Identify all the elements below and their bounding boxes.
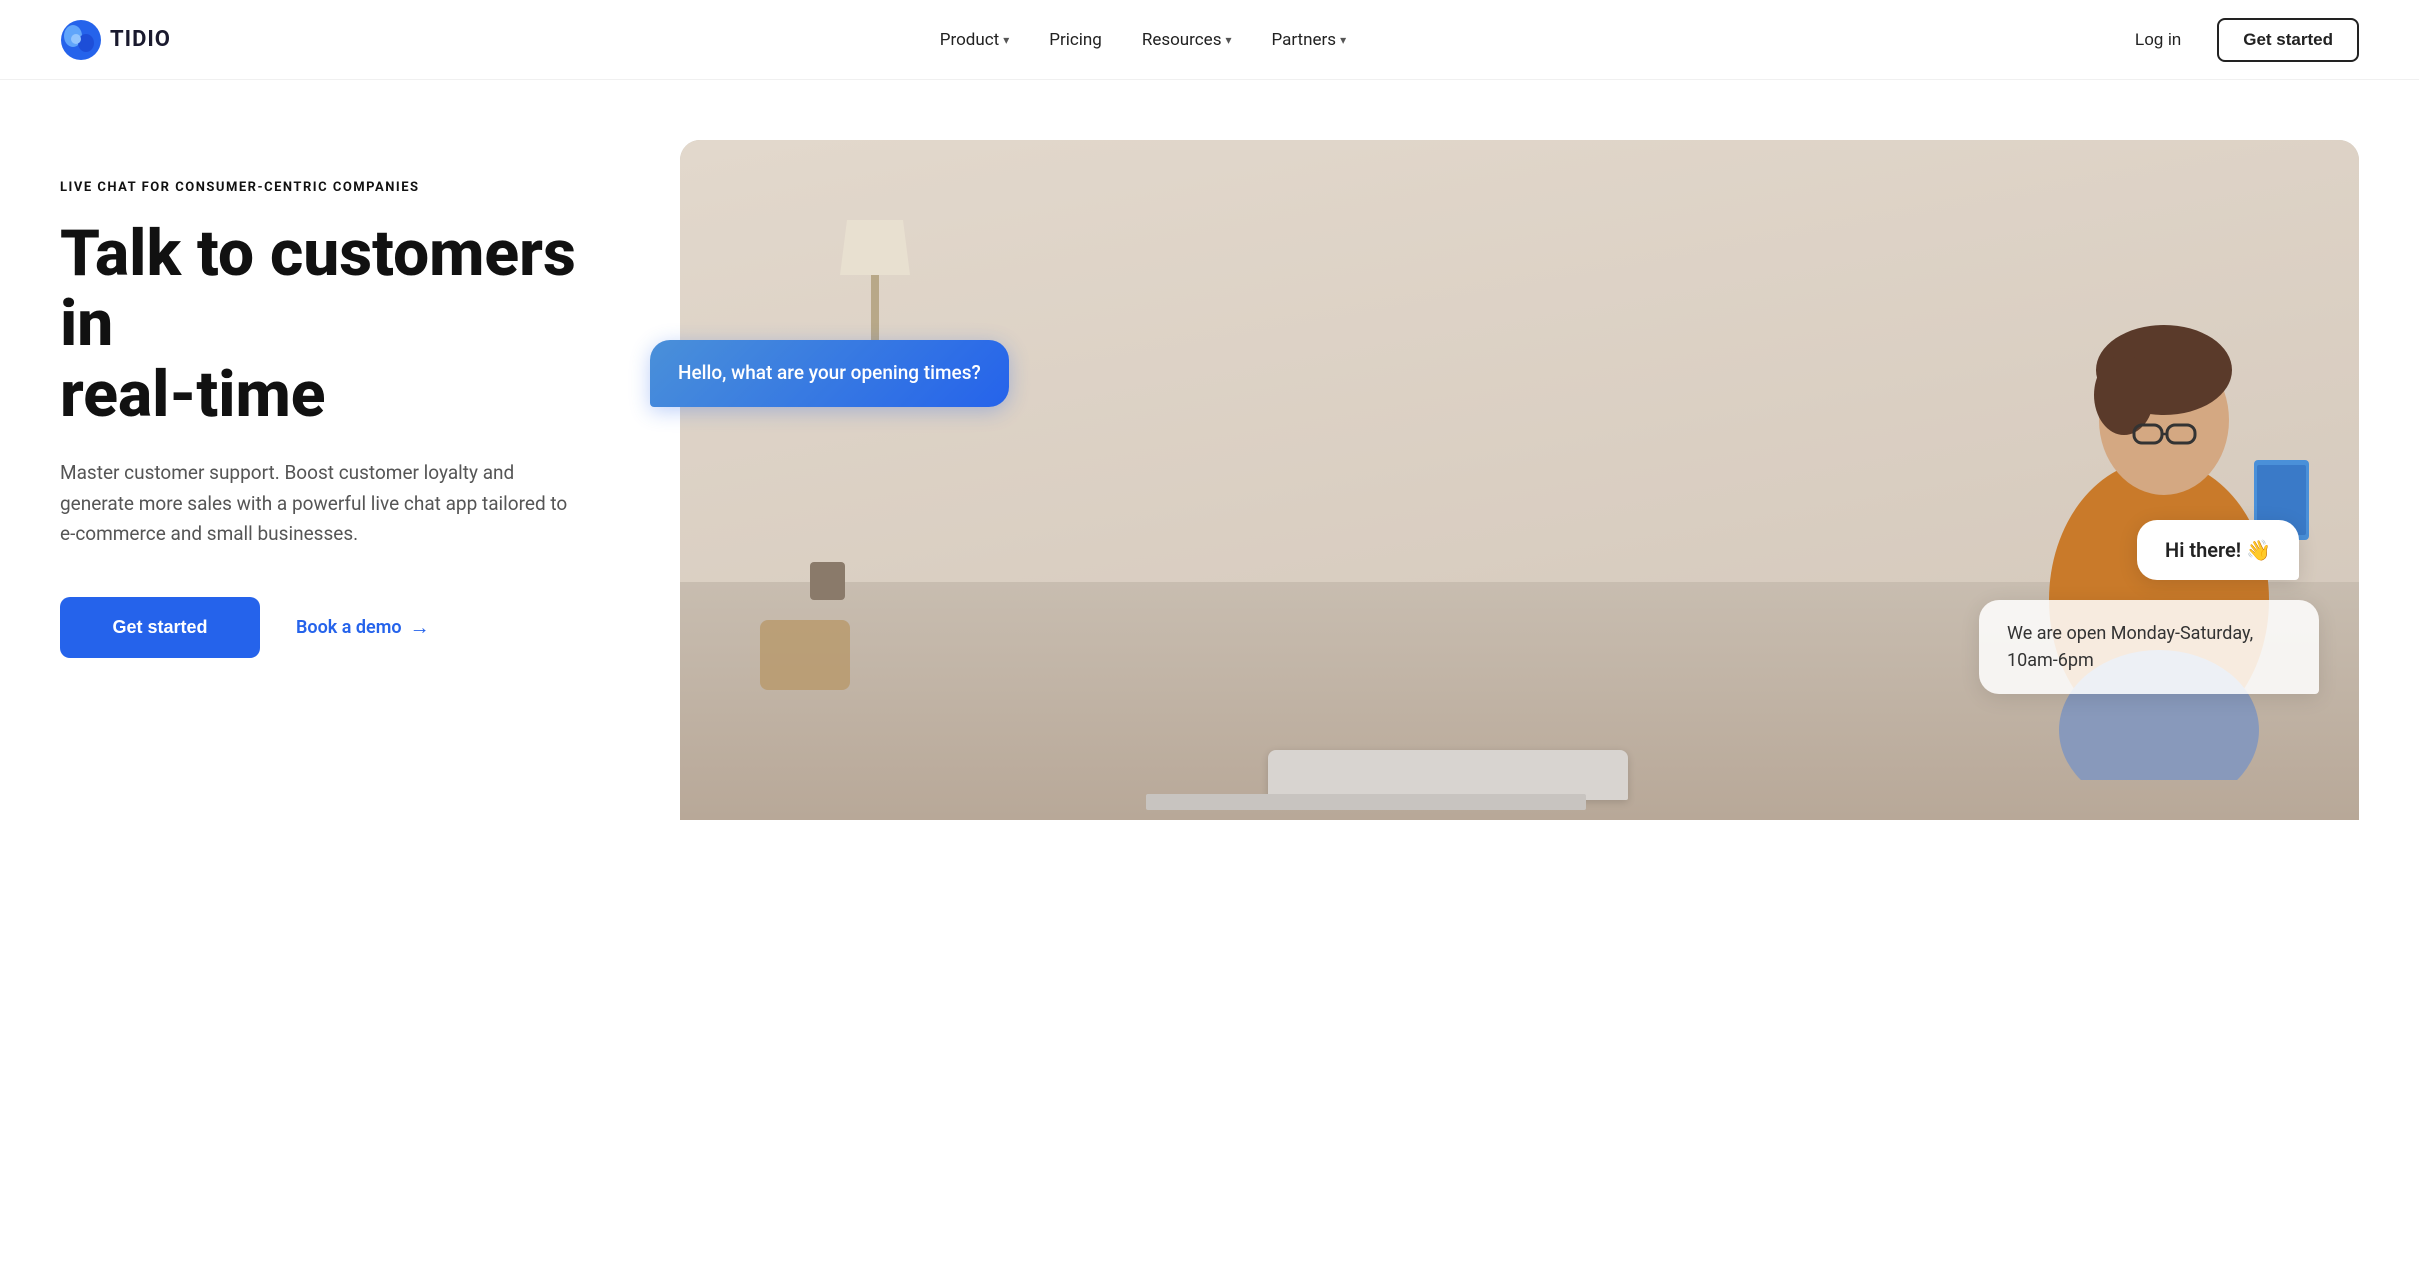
chevron-down-icon: ▾: [1340, 33, 1346, 47]
get-started-button[interactable]: Get started: [60, 597, 260, 658]
get-started-nav-button[interactable]: Get started: [2217, 18, 2359, 62]
chevron-down-icon: ▾: [1225, 33, 1231, 47]
nav-links: Product ▾ Pricing Resources ▾ Partners ▾: [924, 22, 1362, 58]
lamp: [840, 220, 910, 355]
nav-item-partners[interactable]: Partners ▾: [1256, 22, 1363, 58]
arrow-icon: →: [410, 615, 430, 640]
hero-subtitle: Master customer support. Boost customer …: [60, 458, 580, 549]
laptop-base: [1146, 794, 1586, 810]
hero-right: Hello, what are your opening times? Hi t…: [680, 140, 2359, 820]
lamp-shade: [840, 220, 910, 275]
nav-item-resources[interactable]: Resources ▾: [1126, 22, 1248, 58]
hero-section: LIVE CHAT FOR CONSUMER-CENTRIC COMPANIES…: [0, 80, 2419, 1279]
nav-item-pricing[interactable]: Pricing: [1033, 22, 1118, 58]
basket: [760, 620, 850, 690]
hero-title: Talk to customers in real-time: [60, 219, 640, 430]
chevron-down-icon: ▾: [1003, 33, 1009, 47]
chat-bubble-greeting: Hi there! 👋: [2137, 520, 2299, 580]
navbar: TIDIO Product ▾ Pricing Resources ▾ Part…: [0, 0, 2419, 80]
laptop: [1268, 750, 1628, 800]
chat-bubble-hours: We are open Monday-Saturday, 10am-6pm: [1979, 600, 2319, 694]
hero-image: [680, 140, 2359, 820]
hero-cta: Get started Book a demo →: [60, 597, 640, 658]
book-demo-link[interactable]: Book a demo →: [296, 615, 430, 640]
photo-bg: [680, 140, 2359, 820]
hero-left: LIVE CHAT FOR CONSUMER-CENTRIC COMPANIES…: [60, 140, 640, 658]
logo-text: TIDIO: [110, 27, 171, 52]
tidio-logo-icon: [60, 19, 102, 61]
login-button[interactable]: Log in: [2115, 20, 2201, 60]
chat-bubble-question: Hello, what are your opening times?: [650, 340, 1009, 407]
nav-actions: Log in Get started: [2115, 18, 2359, 62]
nav-item-product[interactable]: Product ▾: [924, 22, 1025, 58]
mug: [810, 562, 845, 600]
logo-link[interactable]: TIDIO: [60, 19, 171, 61]
hero-tag: LIVE CHAT FOR CONSUMER-CENTRIC COMPANIES: [60, 180, 640, 195]
